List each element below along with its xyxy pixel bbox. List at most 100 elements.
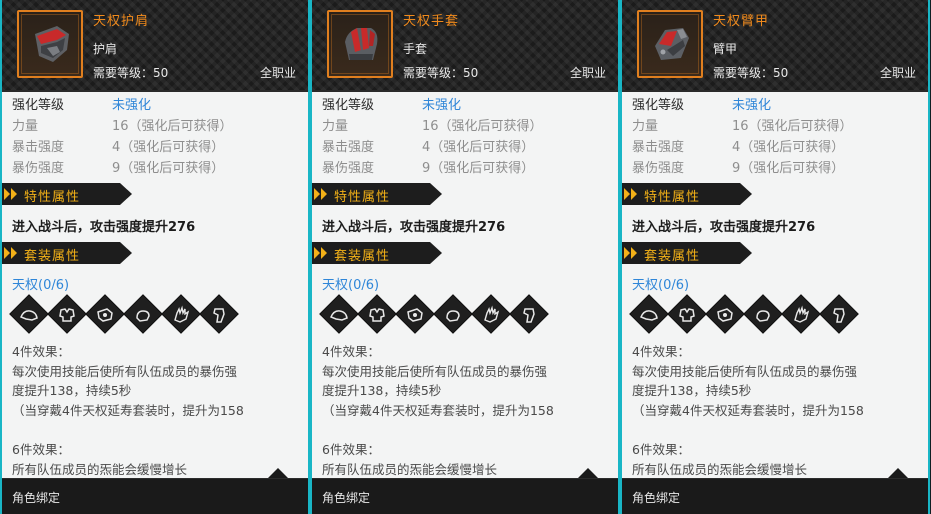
stat-value: 9（强化后可获得） xyxy=(112,161,225,176)
glove-slot-icon xyxy=(136,310,150,322)
stat-value: 4（强化后可获得） xyxy=(422,140,535,155)
set-bonus-6-line: 所有队伍成员的炁能会缓慢增长 xyxy=(322,462,498,477)
hand-slot-icon xyxy=(794,305,810,323)
hand-slot-icon xyxy=(484,305,500,323)
chest-slot-icon xyxy=(679,308,695,322)
set-bonus-4-line: （当穿戴4件天权延寿套装时，提升为158 xyxy=(632,403,864,418)
stat-row: 暴击强度 4（强化后可获得） xyxy=(322,136,534,155)
bind-status: 角色绑定 xyxy=(12,491,61,505)
class-requirement: 全职业 xyxy=(259,66,296,80)
trait-text: 进入战斗后，攻击强度提升276 xyxy=(632,220,816,235)
enhance-level-label: 强化等级 xyxy=(12,98,65,113)
set-pieces xyxy=(319,294,562,334)
class-requirement: 全职业 xyxy=(569,66,606,80)
set-name: 天权(0/6) xyxy=(12,278,70,293)
stat-label: 暴伤强度 xyxy=(12,161,65,176)
class-requirement: 全职业 xyxy=(879,66,916,80)
arm-slot-icon xyxy=(717,308,733,322)
leg-slot-icon xyxy=(833,308,845,323)
item-slot-type: 手套 xyxy=(403,42,428,56)
tooltip-footer: 角色绑定 xyxy=(622,478,928,514)
item-tooltip-card: 天权手套 手套 需要等级：50 全职业 强化等级 未强化 力量 16（强化后可获得）… xyxy=(310,0,620,514)
set-bonus-6-title: 6件效果： xyxy=(632,442,690,457)
shoulder-slot-icon xyxy=(330,310,348,321)
chest-slot-icon xyxy=(59,308,75,322)
stat-value: 4（强化后可获得） xyxy=(112,140,225,155)
set-bonus-4-line: 度提升138，持续5秒 xyxy=(322,383,442,398)
stat-label: 力量 xyxy=(632,119,659,134)
level-requirement: 需要等级：50 xyxy=(403,66,479,80)
stat-row: 力量 16（强化后可获得） xyxy=(632,115,853,134)
section-title: 特性属性 xyxy=(24,190,81,205)
stat-label: 暴击强度 xyxy=(632,140,685,155)
trait-section-header: 特性属性 xyxy=(312,183,442,205)
glove-slot-icon xyxy=(446,310,460,322)
enhance-level-label: 强化等级 xyxy=(632,98,685,113)
shoulder-slot-icon xyxy=(20,310,38,321)
stat-row: 暴伤强度 9（强化后可获得） xyxy=(322,157,534,176)
item-slot-frame[interactable] xyxy=(17,10,83,78)
glove-slot-icon xyxy=(756,310,770,322)
section-title: 套装属性 xyxy=(334,249,391,264)
set-bonus-4-line: （当穿戴4件天权延寿套装时，提升为158 xyxy=(12,403,244,418)
set-bonus-4-line: 每次使用技能后使所有队伍成员的暴伤强 xyxy=(322,364,548,379)
stat-value: 16（强化后可获得） xyxy=(422,119,543,134)
set-name: 天权(0/6) xyxy=(322,278,380,293)
set-bonus-6-title: 6件效果： xyxy=(12,442,70,457)
leg-slot-icon xyxy=(523,308,535,323)
stat-row: 暴击强度 4（强化后可获得） xyxy=(12,136,224,155)
set-pieces xyxy=(9,294,252,334)
item-slot-frame[interactable] xyxy=(637,10,703,78)
stat-label: 暴击强度 xyxy=(12,140,65,155)
item-slot-type: 护肩 xyxy=(93,42,118,56)
shoulder-armor-icon xyxy=(35,26,69,62)
enhance-level-value: 未强化 xyxy=(112,98,152,113)
stat-row: 暴击强度 4（强化后可获得） xyxy=(632,136,844,155)
enhance-level-value: 未强化 xyxy=(422,98,462,113)
level-requirement: 需要等级：50 xyxy=(713,66,789,80)
level-requirement: 需要等级：50 xyxy=(93,66,169,80)
item-name: 天权臂甲 xyxy=(713,14,770,29)
stat-label: 暴击强度 xyxy=(322,140,375,155)
stat-value: 16（强化后可获得） xyxy=(112,119,233,134)
set-bonus-4-line: 每次使用技能后使所有队伍成员的暴伤强 xyxy=(632,364,858,379)
section-title: 套装属性 xyxy=(644,249,701,264)
tooltip-footer: 角色绑定 xyxy=(2,478,308,514)
stat-value: 4（强化后可获得） xyxy=(732,140,845,155)
set-section-header: 套装属性 xyxy=(622,242,752,264)
stat-row: 力量 16（强化后可获得） xyxy=(322,115,543,134)
item-slot-frame[interactable] xyxy=(327,10,393,78)
set-bonus-4-title: 4件效果： xyxy=(632,344,690,359)
item-tooltip-card: 天权臂甲 臂甲 需要等级：50 全职业 强化等级 未强化 力量 16（强化后可获得）… xyxy=(620,0,930,514)
shoulder-slot-icon xyxy=(640,310,658,321)
section-title: 特性属性 xyxy=(644,190,701,205)
trait-text: 进入战斗后，攻击强度提升276 xyxy=(322,220,506,235)
set-name: 天权(0/6) xyxy=(632,278,690,293)
enhance-level-value: 未强化 xyxy=(732,98,772,113)
set-bonus-6-line: 所有队伍成员的炁能会缓慢增长 xyxy=(632,462,808,477)
arm-slot-icon xyxy=(97,308,113,322)
arm-slot-icon xyxy=(407,308,423,322)
bind-status: 角色绑定 xyxy=(322,491,371,505)
item-tooltip-card: 天权护肩 护肩 需要等级：50 全职业 强化等级 未强化 力量 16（强化后可获得）… xyxy=(0,0,310,514)
set-bonus-4-line: 每次使用技能后使所有队伍成员的暴伤强 xyxy=(12,364,238,379)
bind-status: 角色绑定 xyxy=(632,491,681,505)
set-pieces xyxy=(629,294,872,334)
tooltip-footer: 角色绑定 xyxy=(312,478,618,514)
enhance-level-label: 强化等级 xyxy=(322,98,375,113)
chest-slot-icon xyxy=(369,308,385,322)
stat-label: 力量 xyxy=(322,119,349,134)
set-bonus-6-line: 所有队伍成员的炁能会缓慢增长 xyxy=(12,462,188,477)
set-section-header: 套装属性 xyxy=(312,242,442,264)
section-title: 套装属性 xyxy=(24,249,81,264)
set-bonus-4-title: 4件效果： xyxy=(12,344,70,359)
leg-slot-icon xyxy=(213,308,225,323)
trait-section-header: 特性属性 xyxy=(2,183,132,205)
enhance-level-row: 强化等级 未强化 xyxy=(12,94,151,113)
set-bonus-4-line: 度提升138，持续5秒 xyxy=(632,383,752,398)
stat-label: 暴伤强度 xyxy=(632,161,685,176)
section-title: 特性属性 xyxy=(334,190,391,205)
hand-slot-icon xyxy=(174,305,190,323)
set-bonus-4-line: （当穿戴4件天权延寿套装时，提升为158 xyxy=(322,403,554,418)
item-name: 天权手套 xyxy=(403,14,460,29)
